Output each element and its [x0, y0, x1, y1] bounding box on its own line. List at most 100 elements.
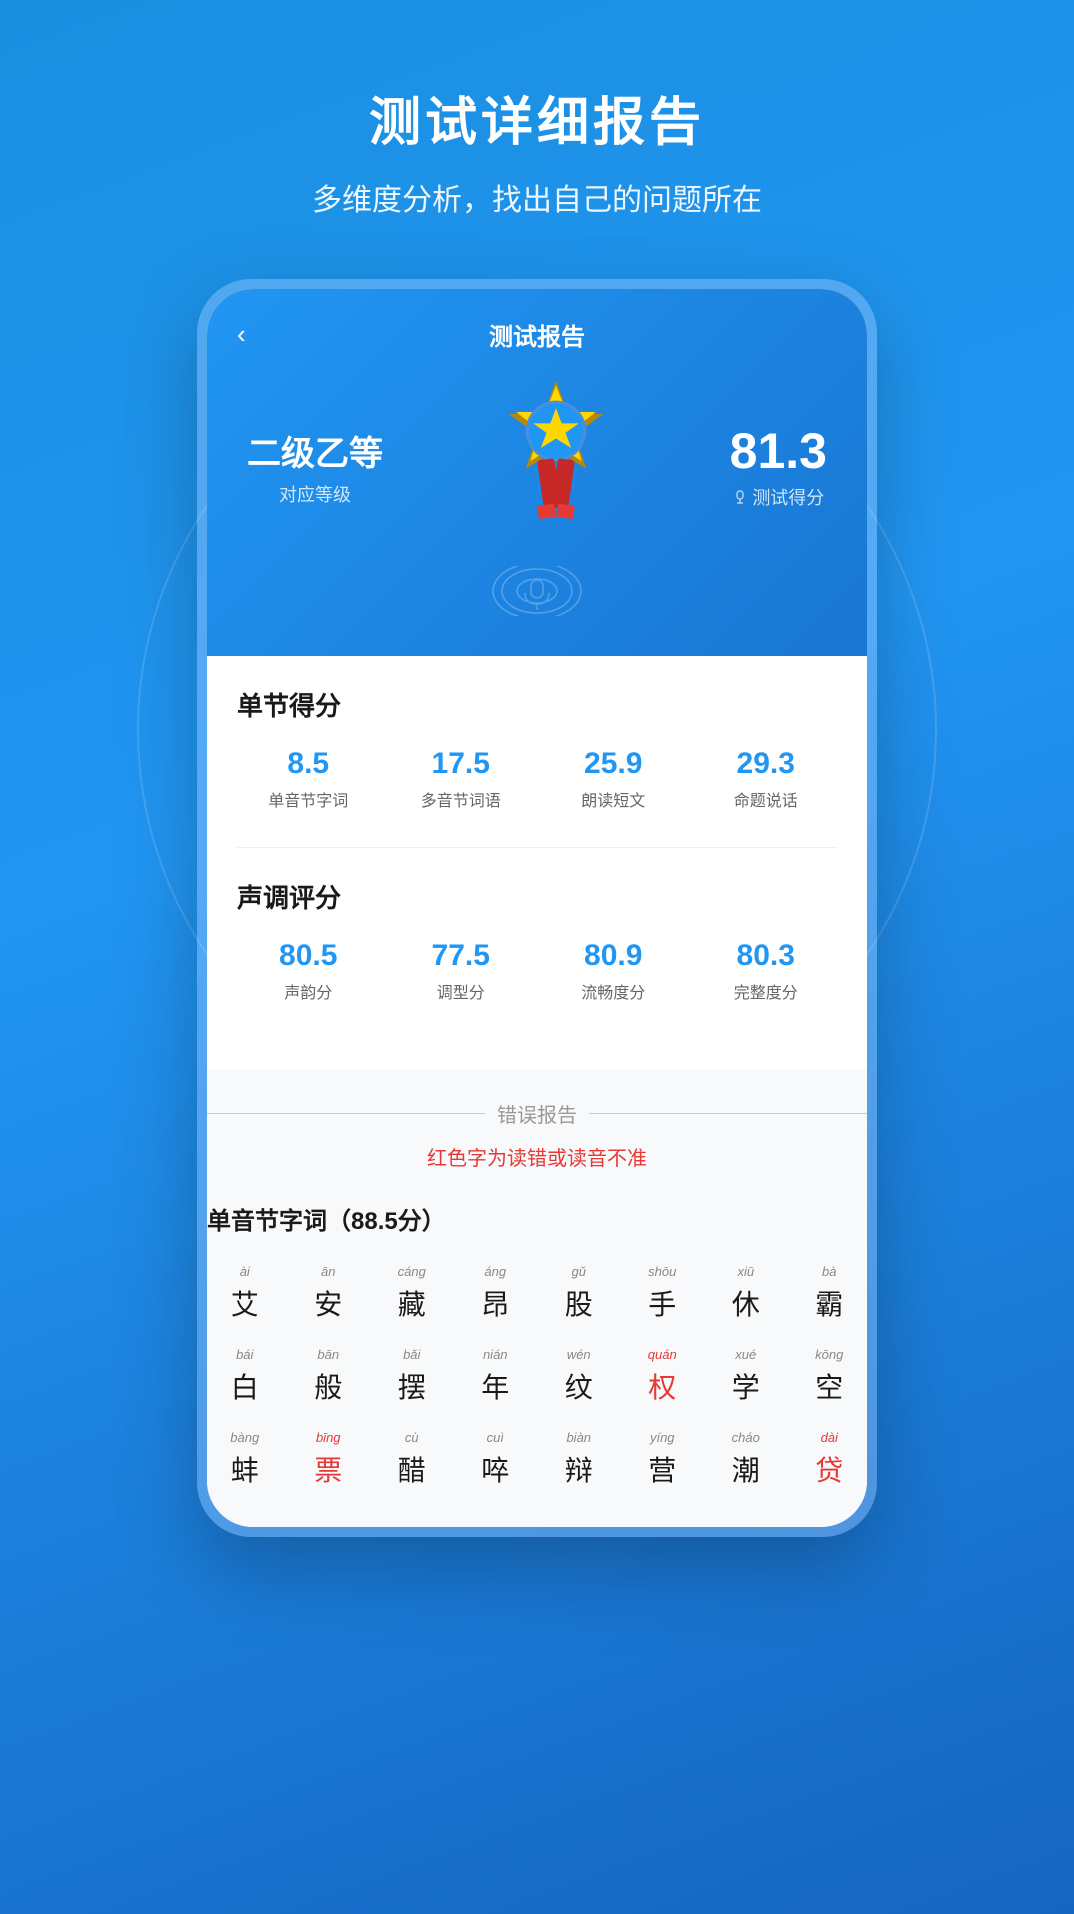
char-chao: 潮 [732, 1449, 760, 1489]
score-item-3: 25.9 朗读短文 [542, 747, 685, 811]
char-xiu: 休 [732, 1283, 760, 1323]
section-scores-grid: 8.5 单音节字词 17.5 多音节词语 25.9 朗读短文 29.3 命题说话 [237, 747, 837, 811]
char-bai2: 摆 [398, 1366, 426, 1406]
char-item-kong: kōng 空 [792, 1339, 868, 1414]
char-item-shou: shōu 手 [625, 1256, 701, 1331]
pinyin-bai2: bǎi [403, 1347, 420, 1362]
tone-name-3: 流畅度分 [542, 979, 685, 1003]
pinyin-ai: ài [240, 1264, 250, 1279]
page-title: 测试详细报告 [369, 80, 705, 155]
char-bang: 蚌 [231, 1449, 259, 1489]
phone-mockup: ‹ 测试报告 二级乙等 对应等级 [197, 279, 877, 1537]
pinyin-ang: áng [484, 1264, 506, 1279]
medal-badge [476, 376, 636, 556]
char-item-cu: cù 醋 [374, 1422, 450, 1497]
char-an: 安 [314, 1283, 342, 1323]
tone-value-2: 77.5 [390, 939, 533, 973]
score-item-1: 8.5 单音节字词 [237, 747, 380, 811]
char-item-dai: dài 贷 [792, 1422, 868, 1497]
tone-scores-container: 声调评分 80.5 声韵分 77.5 调型分 80.9 流畅度分 [237, 878, 837, 1003]
phone-content: 单节得分 8.5 单音节字词 17.5 多音节词语 25.9 朗读短文 [207, 656, 867, 1069]
char-item-bian: biàn 辩 [541, 1422, 617, 1497]
char-bian: 辩 [565, 1449, 593, 1489]
char-ying: 营 [648, 1449, 676, 1489]
score-name-2: 多音节词语 [390, 787, 533, 811]
char-item-quan: quán 权 [625, 1339, 701, 1414]
char-shou: 手 [648, 1283, 676, 1323]
char-item-xue: xué 学 [708, 1339, 784, 1414]
pinyin-chao: cháo [732, 1430, 760, 1445]
pinyin-ban: bān [317, 1347, 339, 1362]
char-item-ba: bà 霸 [792, 1256, 868, 1331]
pinyin-cui: cuì [487, 1430, 504, 1445]
divider-1 [237, 847, 837, 848]
char-kong: 空 [815, 1366, 843, 1406]
char-gu: 股 [565, 1283, 593, 1323]
section-scores-title: 单节得分 [237, 686, 837, 723]
pinyin-ying: yíng [650, 1430, 675, 1445]
score-name-1: 单音节字词 [237, 787, 380, 811]
grade-label: 对应等级 [247, 481, 383, 507]
char-item-xiu: xiū 休 [708, 1256, 784, 1331]
tone-name-4: 完整度分 [695, 979, 838, 1003]
error-line-left [207, 1113, 485, 1114]
score-value-3: 25.9 [542, 747, 685, 781]
page-subtitle: 多维度分析，找出自己的问题所在 [312, 175, 762, 219]
pinyin-bai: bái [236, 1347, 253, 1362]
tone-name-1: 声韵分 [237, 979, 380, 1003]
score-number: 81.3 [730, 422, 827, 480]
pinyin-quan: quán [648, 1347, 677, 1362]
pinyin-ba: bà [822, 1264, 836, 1279]
tone-scores-title: 声调评分 [237, 878, 837, 915]
char-item-an: ān 安 [291, 1256, 367, 1331]
char-row-2: bái 白 bān 般 bǎi 摆 nián 年 [207, 1339, 867, 1414]
char-item-cui: cuì 啐 [458, 1422, 534, 1497]
score-label: 测试得分 [730, 484, 827, 510]
tone-item-1: 80.5 声韵分 [237, 939, 380, 1003]
pinyin-nian: nián [483, 1347, 508, 1362]
char-item-bai2: bǎi 摆 [374, 1339, 450, 1414]
tone-name-2: 调型分 [390, 979, 533, 1003]
pinyin-dai: dài [821, 1430, 838, 1445]
char-quan: 权 [648, 1366, 676, 1406]
char-row-1: ài 艾 ān 安 cáng 藏 áng 昂 [207, 1256, 867, 1331]
tone-item-2: 77.5 调型分 [390, 939, 533, 1003]
pinyin-bing: bīng [316, 1430, 341, 1445]
score-value-2: 17.5 [390, 747, 533, 781]
phone-inner: ‹ 测试报告 二级乙等 对应等级 [207, 289, 867, 1527]
score-section: 二级乙等 对应等级 [237, 376, 837, 556]
char-item-chao: cháo 潮 [708, 1422, 784, 1497]
error-title: 错误报告 [497, 1099, 577, 1128]
score-value-4: 29.3 [695, 747, 838, 781]
error-header: 错误报告 [207, 1099, 867, 1128]
char-item-ai: ài 艾 [207, 1256, 283, 1331]
error-note: 红色字为读错或读音不准 [207, 1142, 867, 1171]
grade-text: 二级乙等 [247, 426, 383, 475]
score-item-4: 29.3 命题说话 [695, 747, 838, 811]
pinyin-kong: kōng [815, 1347, 843, 1362]
pinyin-xiu: xiū [737, 1264, 754, 1279]
char-row-3: bàng 蚌 bīng 票 cù 醋 cuì 啐 [207, 1422, 867, 1497]
mic-ripple [237, 566, 837, 616]
char-item-ang: áng 昂 [458, 1256, 534, 1331]
char-ang: 昂 [481, 1283, 509, 1323]
char-ban: 般 [314, 1366, 342, 1406]
char-item-ban: bān 般 [291, 1339, 367, 1414]
score-value-1: 8.5 [237, 747, 380, 781]
pinyin-cang: cáng [398, 1264, 426, 1279]
back-button[interactable]: ‹ [237, 319, 246, 350]
section-scores-container: 单节得分 8.5 单音节字词 17.5 多音节词语 25.9 朗读短文 [237, 686, 837, 811]
nav-title: 测试报告 [489, 317, 585, 352]
char-item-bai: bái 白 [207, 1339, 283, 1414]
grade-info: 二级乙等 对应等级 [247, 426, 383, 507]
char-cang: 藏 [398, 1283, 426, 1323]
pinyin-shou: shōu [648, 1264, 676, 1279]
tone-value-3: 80.9 [542, 939, 685, 973]
char-item-wen: wén 纹 [541, 1339, 617, 1414]
char-cui: 啐 [481, 1449, 509, 1489]
char-item-nian: nián 年 [458, 1339, 534, 1414]
score-name-4: 命题说话 [695, 787, 838, 811]
pinyin-cu: cù [405, 1430, 419, 1445]
char-item-bing: bīng 票 [291, 1422, 367, 1497]
pinyin-wen: wén [567, 1347, 591, 1362]
